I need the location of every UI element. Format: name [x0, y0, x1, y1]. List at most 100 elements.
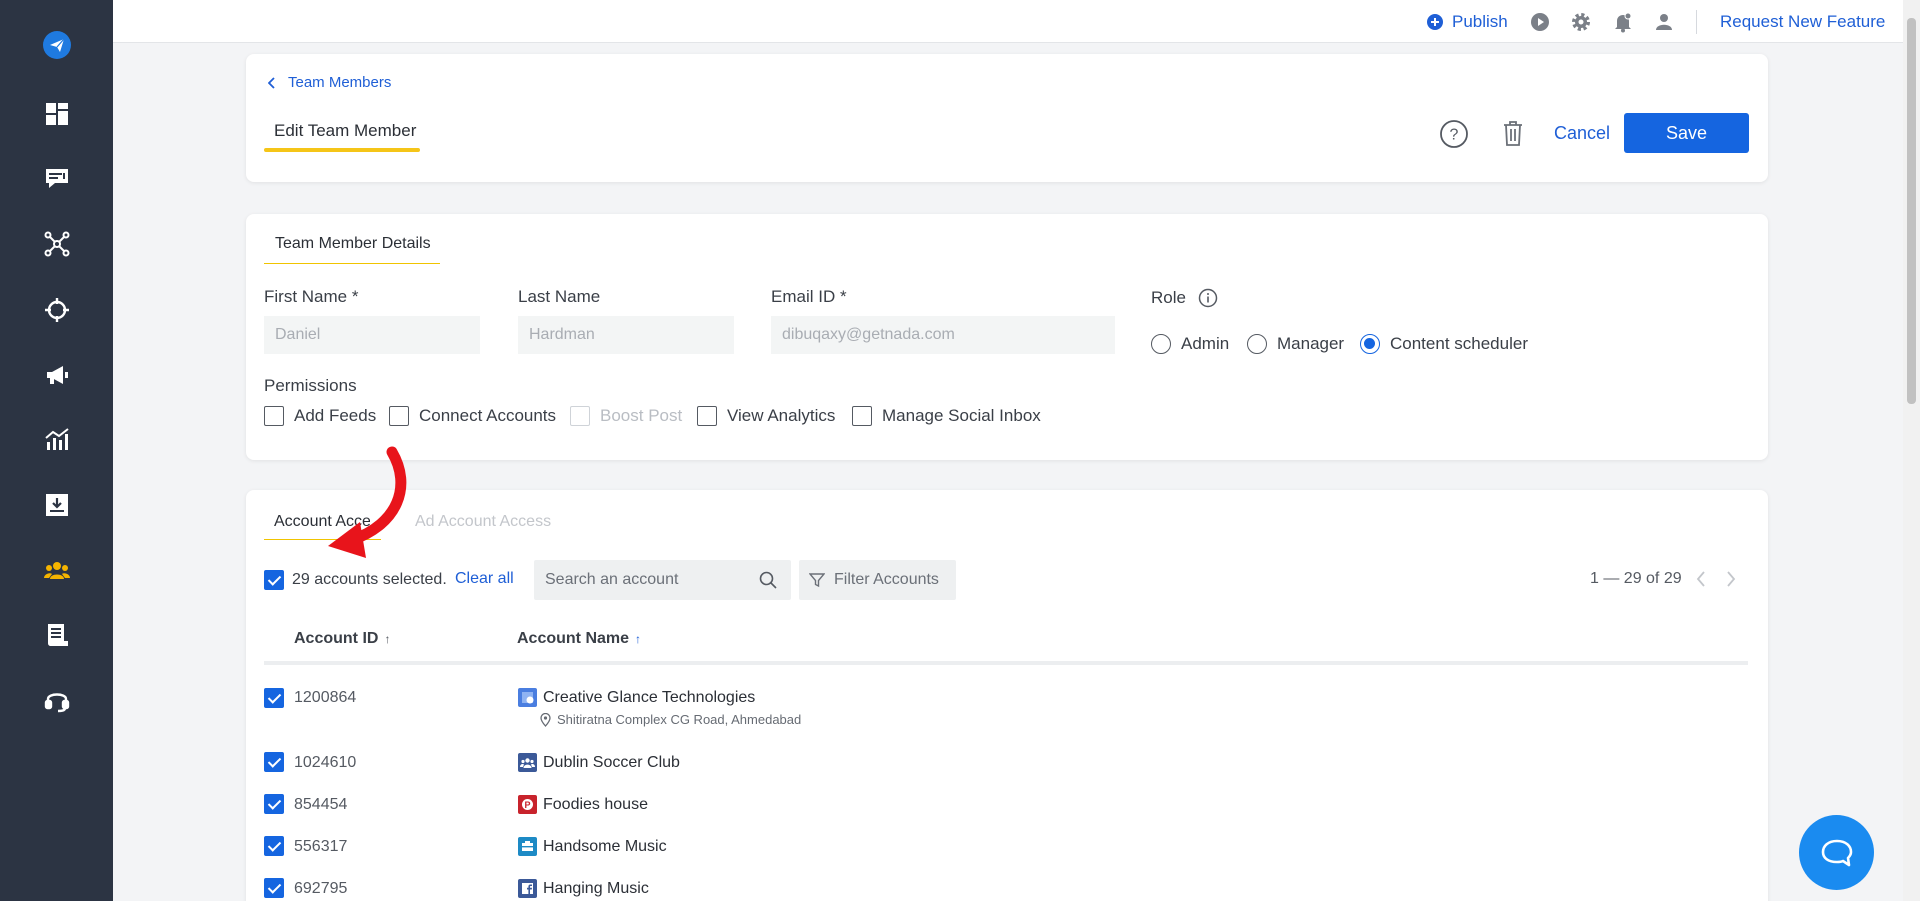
dashboard-icon[interactable] [0, 92, 113, 136]
chevron-left-icon [268, 76, 275, 89]
support-headset-icon[interactable] [0, 678, 113, 722]
first-name-field[interactable]: Daniel [264, 316, 480, 354]
request-new-feature-link[interactable]: Request New Feature [1720, 0, 1885, 43]
filter-icon [809, 573, 825, 588]
chat-support-button[interactable] [1799, 815, 1874, 890]
role-option-admin[interactable]: Admin [1151, 334, 1229, 354]
team-icon[interactable] [0, 549, 113, 593]
top-bar: Publish Request New Feature [113, 0, 1903, 43]
row-checkbox[interactable] [264, 794, 284, 814]
account-id: 1200864 [294, 689, 357, 706]
download-icon[interactable] [0, 483, 113, 527]
tab-edit-team-member[interactable]: Edit Team Member [274, 121, 416, 141]
checkbox-add-feeds[interactable] [264, 406, 284, 426]
breadcrumb[interactable]: Team Members [268, 74, 391, 91]
app-logo-icon[interactable] [0, 23, 113, 67]
breadcrumb-label: Team Members [288, 74, 392, 91]
checkbox-view-analytics[interactable] [697, 406, 717, 426]
gear-icon[interactable] [1570, 0, 1592, 43]
account-name[interactable]: P Foodies house [518, 795, 648, 814]
trash-icon[interactable] [1502, 119, 1524, 152]
account-id: 692795 [294, 880, 348, 897]
permission-add-feeds[interactable]: Add Feeds [264, 406, 376, 426]
next-page-icon[interactable] [1726, 571, 1736, 592]
sidebar [0, 0, 113, 901]
help-icon[interactable]: ? [1439, 119, 1469, 154]
column-account-name-label: Account Name [517, 630, 630, 647]
tab-team-member-details[interactable]: Team Member Details [275, 235, 431, 253]
chat-bubble-icon [1821, 839, 1852, 866]
table-row[interactable] [264, 688, 284, 713]
checkbox-connect-accounts[interactable] [389, 406, 409, 426]
row-checkbox[interactable] [264, 752, 284, 772]
account-address-text: Shitiratna Complex CG Road, Ahmedabad [557, 712, 802, 727]
select-all-checkbox[interactable] [264, 570, 284, 590]
table-row[interactable] [264, 836, 284, 861]
location-pin-icon [540, 712, 551, 727]
account-name-text: Dublin Soccer Club [543, 753, 680, 771]
column-header-account-id[interactable]: Account ID ↑ [294, 630, 390, 648]
role-option-manager[interactable]: Manager [1247, 334, 1344, 354]
permissions-label: Permissions [264, 376, 357, 395]
analytics-icon[interactable] [0, 418, 113, 462]
permission-boost-post-label: Boost Post [600, 406, 683, 425]
account-id: 556317 [294, 838, 348, 855]
permission-view-analytics-label: View Analytics [727, 406, 836, 425]
pinterest-icon: P [518, 795, 537, 814]
search-placeholder: Search an account [545, 571, 679, 588]
radio-content-scheduler[interactable] [1360, 334, 1380, 354]
column-account-id-label: Account ID [294, 630, 379, 647]
role-heading: Role [1151, 288, 1218, 308]
topbar-divider [1696, 10, 1697, 34]
prev-page-icon[interactable] [1696, 571, 1706, 592]
account-name[interactable]: Dublin Soccer Club [518, 753, 680, 772]
permission-connect-accounts[interactable]: Connect Accounts [389, 406, 556, 426]
permission-view-analytics[interactable]: View Analytics [697, 406, 835, 426]
annotation-arrow-icon [328, 446, 407, 558]
target-icon[interactable] [0, 288, 113, 332]
cancel-button[interactable]: Cancel [1554, 123, 1610, 144]
megaphone-icon[interactable] [0, 353, 113, 397]
row-checkbox[interactable] [264, 878, 284, 898]
column-header-account-name[interactable]: Account Name ↑ [517, 630, 641, 648]
checkbox-manage-social-inbox[interactable] [852, 406, 872, 426]
email-field[interactable]: dibuqaxy@getnada.com [771, 316, 1115, 354]
team-member-details-card: Team Member Details First Name * Daniel … [246, 214, 1768, 460]
clear-all-link[interactable]: Clear all [455, 570, 514, 588]
user-profile-icon[interactable] [1653, 0, 1675, 43]
radio-admin[interactable] [1151, 334, 1171, 354]
inbox-messages-icon[interactable] [0, 157, 113, 201]
info-icon[interactable] [1198, 288, 1218, 308]
role-option-content-scheduler[interactable]: Content scheduler [1360, 334, 1528, 354]
sort-arrow-icon: ↑ [384, 632, 391, 646]
account-address: Shitiratna Complex CG Road, Ahmedabad [540, 712, 801, 727]
page-scrollbar[interactable] [1903, 0, 1920, 901]
filter-accounts-label: Filter Accounts [834, 571, 939, 588]
tab-ad-account-access[interactable]: Ad Account Access [415, 513, 551, 531]
facebook-group-icon [518, 753, 537, 772]
instagram-business-icon [518, 837, 537, 856]
last-name-label: Last Name [518, 287, 601, 306]
table-row[interactable] [264, 794, 284, 819]
filter-accounts-button[interactable]: Filter Accounts [799, 560, 956, 600]
permission-manage-social-inbox[interactable]: Manage Social Inbox [852, 406, 1041, 426]
reports-icon[interactable] [0, 613, 113, 657]
account-name[interactable]: Handsome Music [518, 837, 667, 856]
table-row[interactable] [264, 878, 284, 901]
last-name-field[interactable]: Hardman [518, 316, 734, 354]
notification-bell-icon[interactable] [1612, 0, 1634, 43]
row-checkbox[interactable] [264, 688, 284, 708]
account-name[interactable]: Hanging Music [518, 879, 649, 898]
search-account-input[interactable]: Search an account [534, 560, 791, 600]
play-icon[interactable] [1529, 0, 1551, 43]
network-icon[interactable] [0, 222, 113, 266]
account-name[interactable]: Creative Glance Technologies [518, 688, 755, 707]
role-content-scheduler-label: Content scheduler [1390, 334, 1528, 353]
account-name-text: Hanging Music [543, 879, 649, 897]
radio-manager[interactable] [1247, 334, 1267, 354]
table-row[interactable] [264, 752, 284, 777]
save-button[interactable]: Save [1624, 113, 1749, 153]
row-checkbox[interactable] [264, 836, 284, 856]
publish-button[interactable]: Publish [1426, 0, 1508, 43]
scrollbar-thumb[interactable] [1907, 18, 1916, 404]
